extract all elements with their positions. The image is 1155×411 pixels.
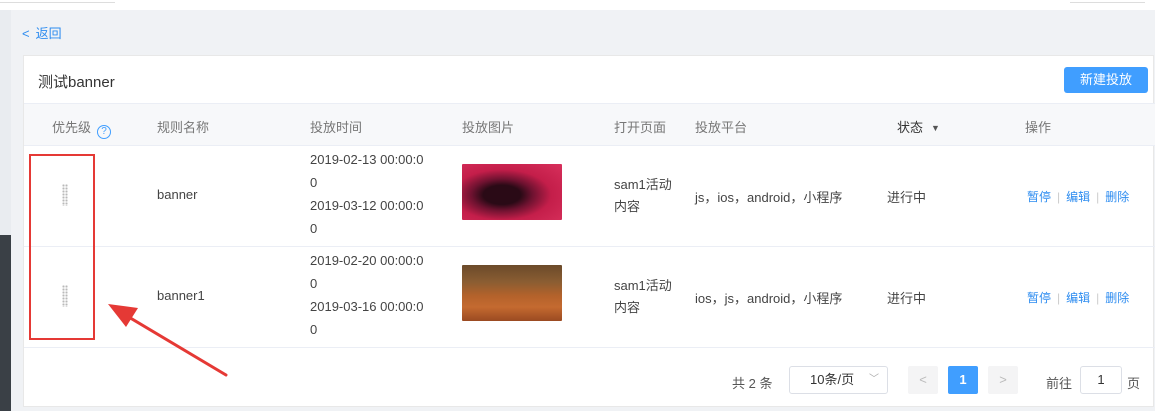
total-count: 共 2 条 xyxy=(732,376,773,391)
delete-link[interactable]: 删除 xyxy=(1105,190,1129,204)
header-image: 投放图片 xyxy=(462,120,515,135)
top-bar xyxy=(0,0,1155,10)
back-link[interactable]: < 返回 xyxy=(22,23,62,42)
header-status-filter[interactable]: 状态 ▼ xyxy=(897,117,940,136)
pagination: 共 2 条 10条/页 ﹀ < 1 > 前往 1 页 xyxy=(24,358,1155,404)
header-rule-name: 规则名称 xyxy=(157,120,210,135)
rule-name: banner xyxy=(157,187,198,202)
prev-page-button[interactable]: < xyxy=(908,366,938,394)
platforms: ios，js，android，小程序 xyxy=(695,291,843,306)
header-platform: 投放平台 xyxy=(695,120,748,135)
row-actions: 暂停 | 编辑 | 删除 xyxy=(1027,291,1130,305)
help-icon[interactable]: ? xyxy=(97,125,112,139)
status-text: 进行中 xyxy=(887,190,927,205)
header-time: 投放时间 xyxy=(310,120,363,135)
open-page: sam1活动内容 xyxy=(614,177,672,214)
banner-thumbnail[interactable] xyxy=(462,164,562,220)
next-page-button[interactable]: > xyxy=(988,366,1018,394)
back-label: 返回 xyxy=(35,26,62,41)
banner-card: 测试banner 新建投放 优先级? 规则名称 投放时间 投放图片 打开页面 投… xyxy=(23,55,1155,407)
table-row: banner 2019-02-13 00:00:0 0 2019-03-12 00… xyxy=(24,146,1155,247)
status-text: 进行中 xyxy=(887,291,927,306)
new-placement-button[interactable]: 新建投放 xyxy=(1064,67,1148,93)
annotation-highlight-box xyxy=(29,154,95,340)
top-bar-left-tab[interactable] xyxy=(0,0,115,3)
top-bar-right-tab[interactable] xyxy=(1070,0,1145,3)
goto-suffix: 页 xyxy=(1127,376,1141,391)
rule-name: banner1 xyxy=(157,288,205,303)
platforms: js，ios，android，小程序 xyxy=(695,190,843,205)
open-page: sam1活动内容 xyxy=(614,278,672,315)
page-number-current[interactable]: 1 xyxy=(948,366,978,394)
header-actions: 操作 xyxy=(1025,120,1052,135)
goto-label: 前往 xyxy=(1046,376,1073,391)
edit-link[interactable]: 编辑 xyxy=(1066,291,1090,305)
table-row: banner1 2019-02-20 00:00:0 0 2019-03-16 0… xyxy=(24,247,1155,348)
page-title: 测试banner xyxy=(38,74,115,91)
delete-link[interactable]: 删除 xyxy=(1105,291,1129,305)
row-actions: 暂停 | 编辑 | 删除 xyxy=(1027,190,1130,204)
header-priority: 优先级? xyxy=(52,117,112,139)
banner-thumbnail[interactable] xyxy=(462,265,562,321)
placement-time: 2019-02-20 00:00:0 0 2019-03-16 00:00:0 0 xyxy=(310,253,424,337)
header-open-page: 打开页面 xyxy=(614,120,667,135)
caret-down-icon: ▼ xyxy=(931,123,940,133)
goto-page-input[interactable]: 1 xyxy=(1080,366,1122,394)
pause-link[interactable]: 暂停 xyxy=(1027,291,1051,305)
table-header: 优先级? 规则名称 投放时间 投放图片 打开页面 投放平台 状态 ▼ 操作 xyxy=(24,103,1155,146)
chevron-left-icon: < xyxy=(22,26,30,41)
edit-link[interactable]: 编辑 xyxy=(1066,190,1090,204)
main-content: < 返回 测试banner 新建投放 优先级? 规则名称 投放时间 投放图片 打开… xyxy=(11,10,1155,411)
pause-link[interactable]: 暂停 xyxy=(1027,190,1051,204)
page-size-select[interactable]: 10条/页 ﹀ xyxy=(789,366,888,394)
placement-time: 2019-02-13 00:00:0 0 2019-03-12 00:00:0 0 xyxy=(310,152,424,236)
chevron-down-icon: ﹀ xyxy=(869,374,879,385)
sidebar-edge xyxy=(0,10,11,411)
